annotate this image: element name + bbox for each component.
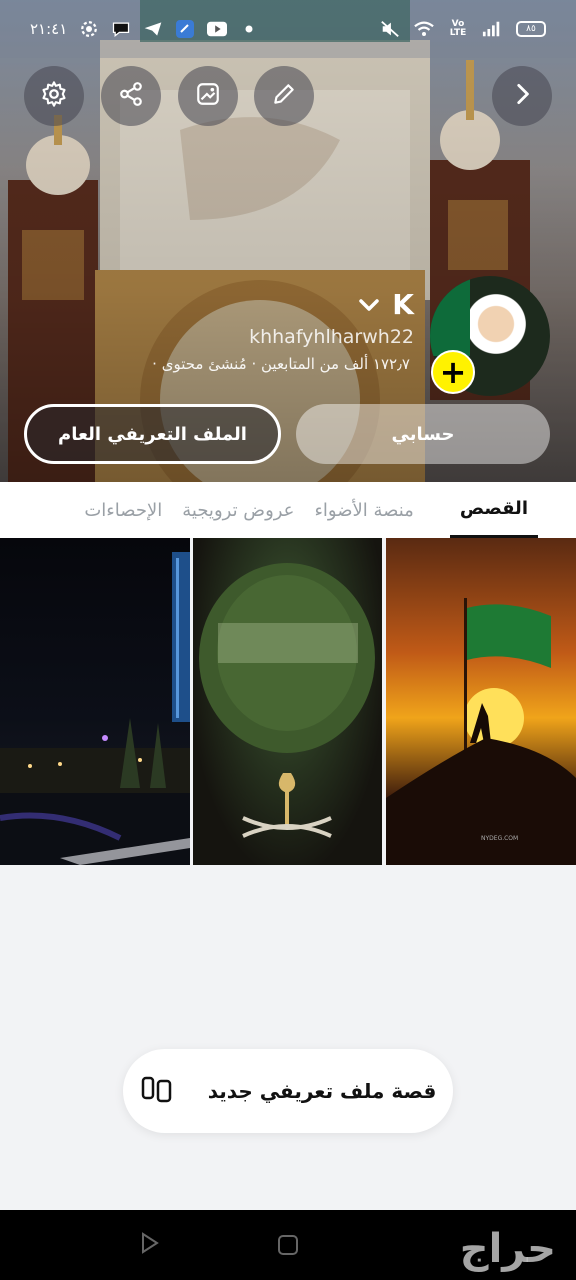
chat-status-icon: [111, 19, 131, 39]
status-bar: ٢١:٤١ Vo LTE ٨٥: [0, 0, 576, 58]
my-account-button[interactable]: حسابي: [296, 404, 550, 464]
wifi-icon: [414, 19, 434, 39]
meta-separator: ·: [251, 355, 257, 373]
display-name: K: [392, 288, 414, 321]
system-nav-bar: حراج: [0, 1210, 576, 1280]
my-account-label: حسابي: [391, 423, 455, 445]
telegram-status-icon: [143, 19, 163, 39]
volte-icon: Vo LTE: [449, 19, 467, 38]
battery-level: ٨٥: [526, 24, 536, 34]
public-profile-button[interactable]: الملف التعريفي العام: [24, 404, 281, 464]
nav-back-icon[interactable]: [140, 1232, 160, 1258]
share-icon: [118, 81, 144, 111]
share-button[interactable]: [101, 66, 161, 126]
settings-status-icon: [79, 19, 99, 39]
creator-role: مُنشئ محتوى: [161, 355, 247, 373]
tab-label: القصص: [459, 498, 528, 519]
tab-promotions[interactable]: عروض ترويجية: [172, 482, 304, 538]
sunset-flag-image: NYDEG.COM: [386, 598, 576, 865]
tab-spotlight[interactable]: منصة الأضواء: [304, 482, 423, 538]
add-story-button[interactable]: +: [431, 350, 475, 394]
settings-button[interactable]: [24, 66, 84, 126]
plus-icon: +: [439, 353, 467, 391]
status-right: Vo LTE ٨٥: [380, 19, 546, 39]
edit-button[interactable]: [254, 66, 314, 126]
public-profile-label: الملف التعريفي العام: [58, 423, 247, 445]
story-thumbnail[interactable]: [0, 538, 190, 865]
new-story-icon: [140, 1074, 174, 1108]
tab-insights[interactable]: الإحصاءات: [74, 482, 172, 538]
username: khhafyhlharwh22: [249, 326, 414, 348]
back-button[interactable]: [492, 66, 552, 126]
pencil-icon: [271, 81, 297, 111]
youtube-status-icon: [207, 19, 228, 39]
dot-status-icon: [239, 19, 259, 39]
story-thumbnail[interactable]: NYDEG.COM: [386, 538, 576, 865]
app-status-icon: [175, 19, 195, 39]
followers-count: ١٧٢٫٧ ألف من المتابعين: [261, 355, 410, 373]
nav-home-icon[interactable]: [278, 1235, 298, 1255]
new-profile-story-button[interactable]: قصة ملف تعريفي جديد: [123, 1049, 453, 1133]
flag-tree-image: [199, 563, 375, 838]
tab-stories[interactable]: القصص: [449, 482, 538, 538]
image-icon: [195, 81, 221, 111]
mute-icon: [380, 19, 400, 39]
story-thumbnail[interactable]: [193, 538, 382, 865]
image-credit: NYDEG.COM: [481, 835, 518, 842]
avatar-flag: [430, 276, 470, 356]
meta-separator-end: ·: [152, 355, 157, 373]
gear-icon: [40, 80, 68, 112]
battery-icon: ٨٥: [516, 21, 546, 37]
profile-meta: ١٧٢٫٧ ألف من المتابعين · مُنشئ محتوى ·: [152, 355, 410, 373]
clock: ٢١:٤١: [30, 20, 68, 38]
display-name-row[interactable]: K: [358, 288, 414, 321]
stories-grid: NYDEG.COM: [0, 538, 576, 865]
chevron-down-icon: [358, 288, 380, 321]
night-city-image: [0, 552, 190, 865]
tab-label: عروض ترويجية: [182, 499, 295, 521]
tab-label: منصة الأضواء: [314, 499, 414, 521]
profile-tabs: القصص منصة الأضواء عروض ترويجية الإحصاءا…: [0, 482, 576, 538]
watermark-logo: حراج: [459, 1226, 556, 1272]
status-left: ٢١:٤١: [30, 19, 259, 39]
chevron-right-icon: [509, 81, 535, 111]
signal-icon: [482, 19, 502, 39]
tab-label: الإحصاءات: [84, 499, 163, 521]
new-story-label: قصة ملف تعريفي جديد: [207, 1079, 437, 1103]
gallery-button[interactable]: [178, 66, 238, 126]
